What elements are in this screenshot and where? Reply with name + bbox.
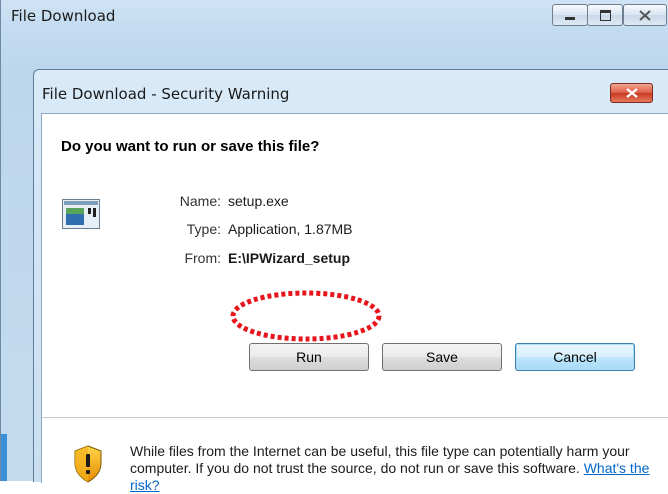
minimize-icon	[565, 16, 575, 20]
close-icon	[625, 88, 638, 98]
window-title: File Download	[11, 7, 116, 25]
type-value: Application, 1.87MB	[228, 221, 353, 237]
run-button-label: Run	[296, 349, 322, 365]
security-shield-icon	[74, 445, 102, 483]
close-icon	[639, 9, 651, 21]
dialog-close-button[interactable]	[610, 83, 653, 103]
minimize-button[interactable]	[552, 4, 588, 26]
security-warning-dialog: File Download - Security Warning Do you …	[33, 69, 668, 493]
save-button-label: Save	[426, 349, 458, 365]
from-value: E:\IPWizard_setup	[228, 250, 351, 266]
application-file-icon	[62, 199, 100, 229]
maximize-button[interactable]	[587, 4, 623, 26]
warning-message: While files from the Internet can be use…	[130, 443, 650, 494]
maximize-icon	[599, 9, 611, 21]
name-value: setup.exe	[228, 193, 289, 209]
from-label: From:	[184, 250, 221, 266]
cancel-button-label: Cancel	[553, 349, 597, 365]
name-label: Name:	[179, 193, 221, 209]
outer-close-button[interactable]	[623, 4, 667, 26]
save-button[interactable]: Save	[382, 343, 502, 371]
type-label: Type:	[186, 221, 221, 237]
cancel-button[interactable]: Cancel	[515, 343, 635, 371]
run-highlight-circle	[230, 290, 382, 342]
warning-text: While files from the Internet can be use…	[130, 443, 630, 476]
dialog-title: File Download - Security Warning	[42, 85, 290, 103]
background-edge	[1, 434, 7, 481]
question-heading: Do you want to run or save this file?	[61, 138, 320, 155]
run-button[interactable]: Run	[249, 343, 369, 371]
file-download-window: File Download File Download - Security W…	[0, 0, 668, 493]
divider	[42, 417, 668, 418]
